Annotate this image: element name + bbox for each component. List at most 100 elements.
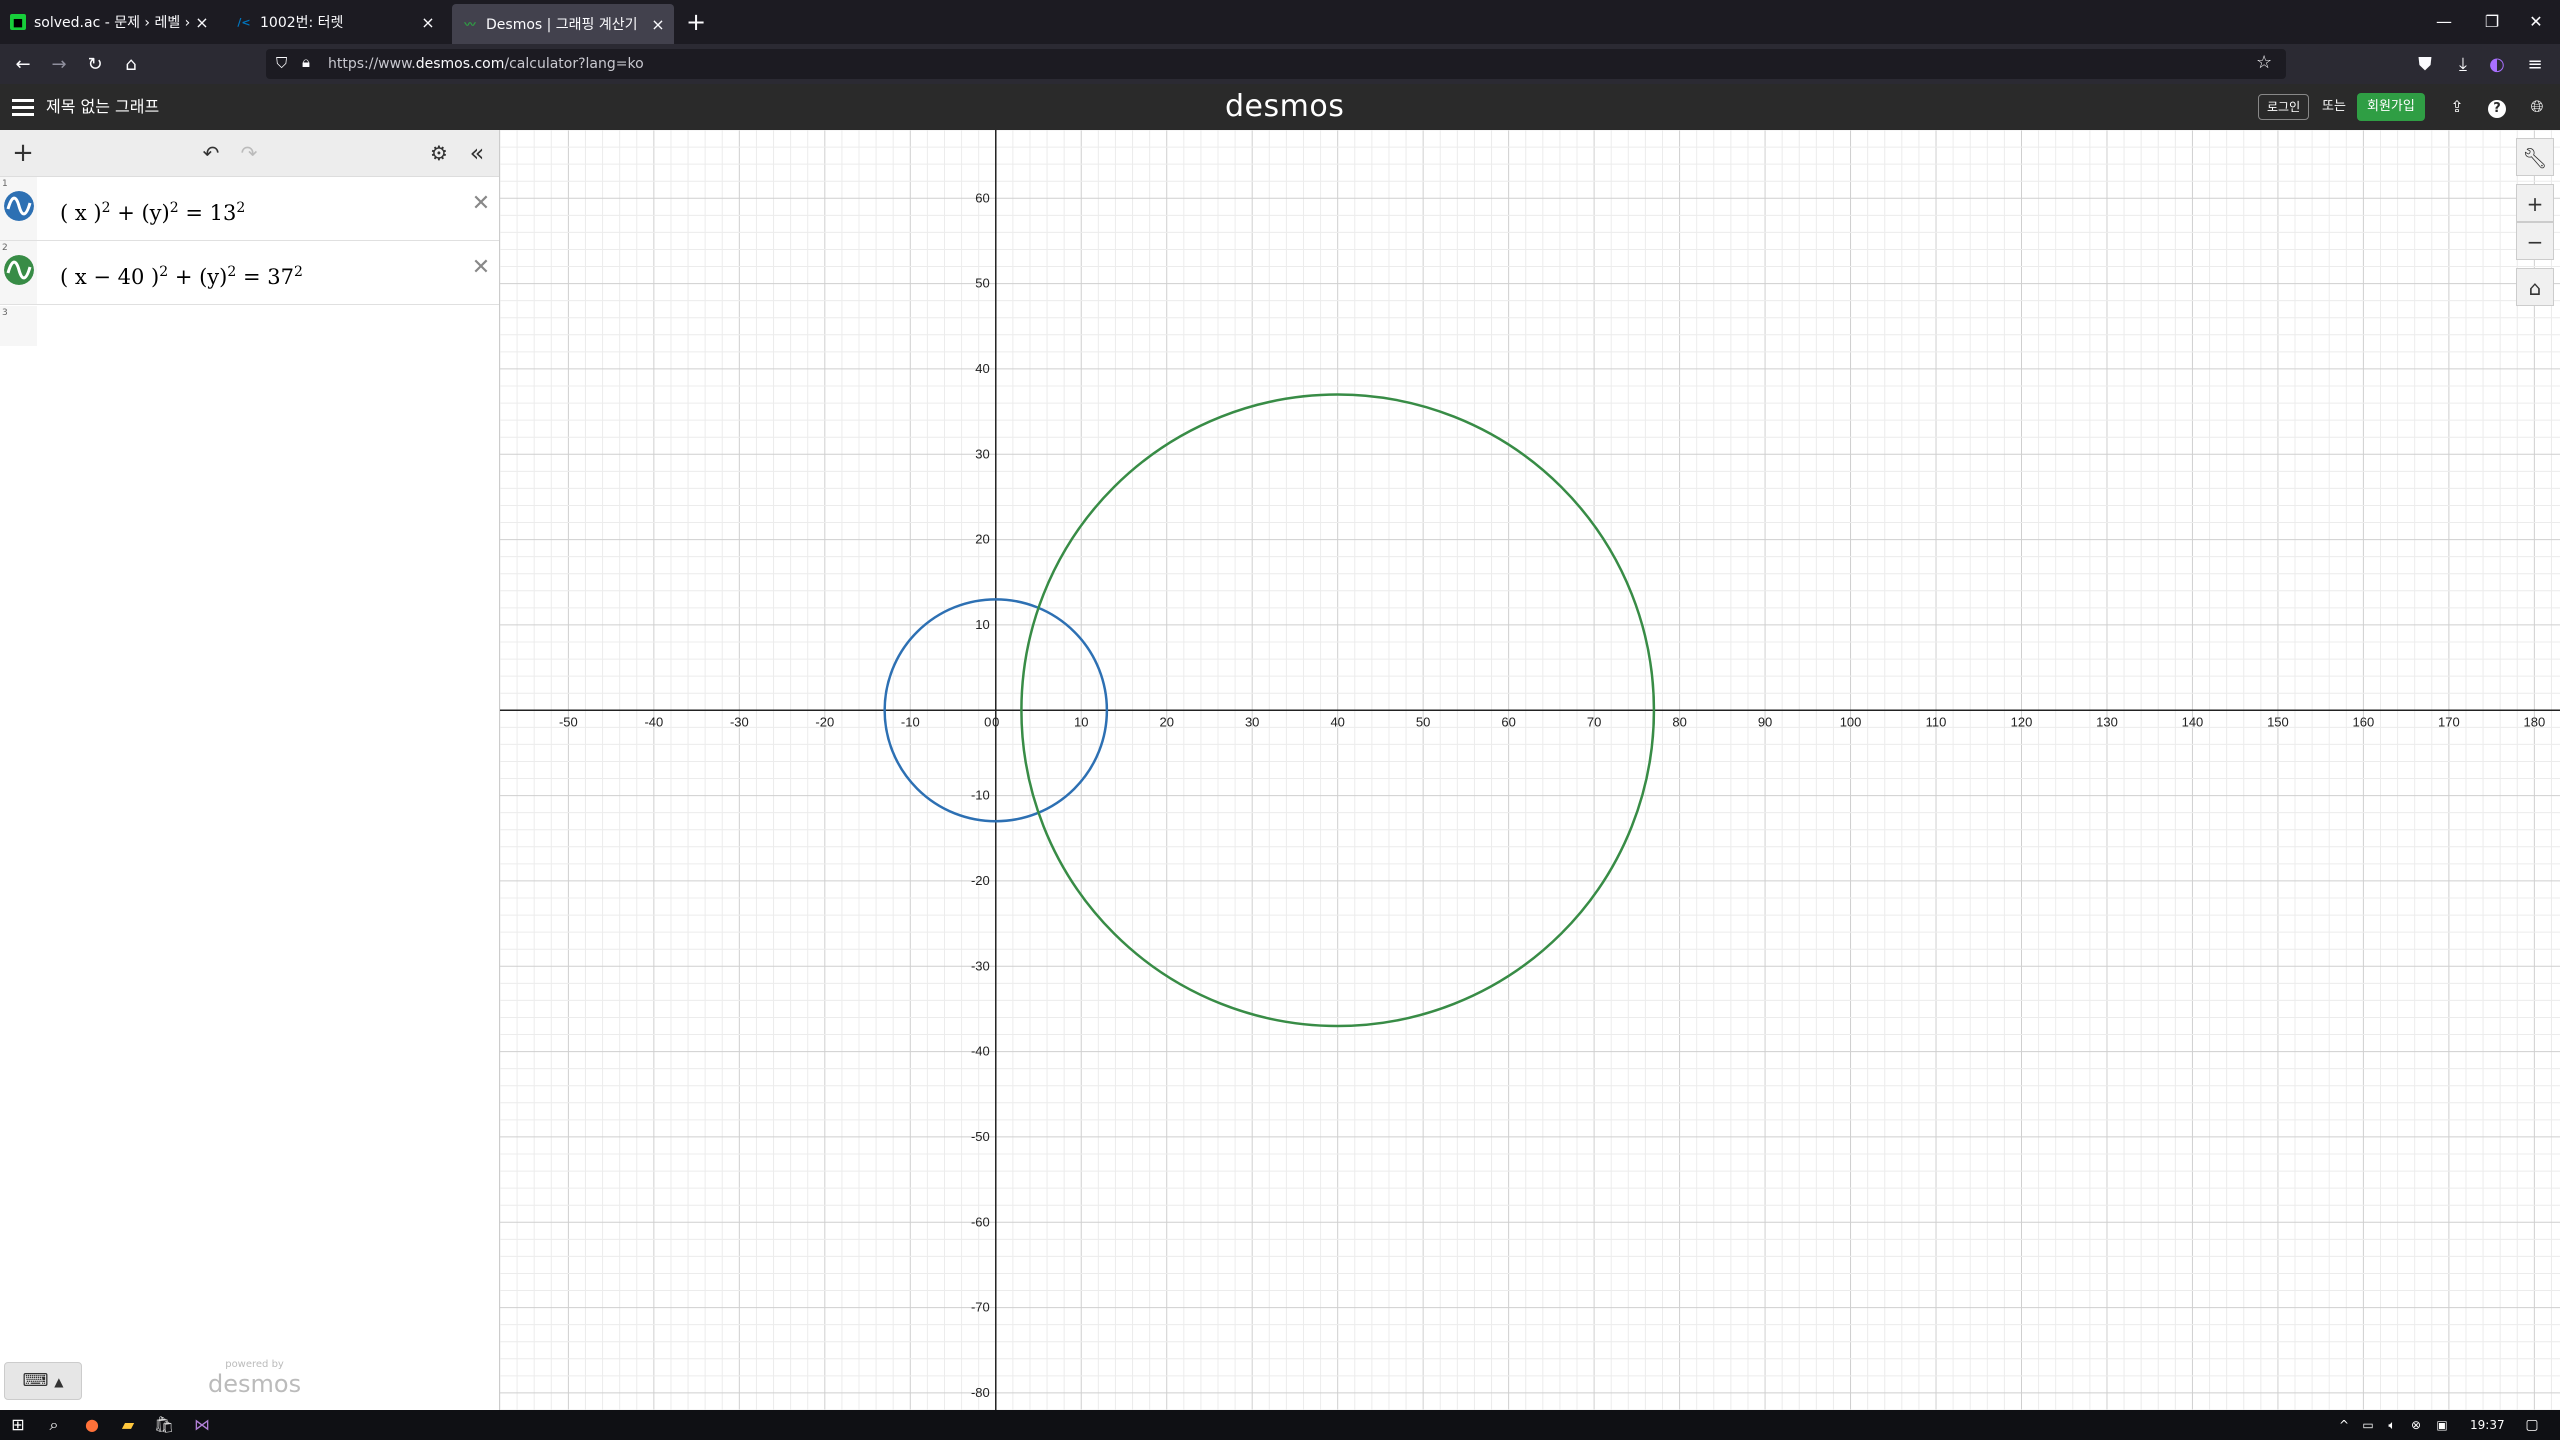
url-path: /calculator?lang=ko	[504, 56, 644, 72]
keypad-toggle-button[interactable]: ⌨ ▲	[4, 1362, 82, 1400]
curve-visibility-icon[interactable]	[4, 255, 34, 285]
y-tick-label: 60	[975, 190, 989, 205]
browser-nav-bar: ← → ↻ ⌂ ⛉ 🔒︎ https://www.desmos.com/calc…	[0, 44, 2560, 84]
file-explorer-icon[interactable]: ▰	[112, 1413, 144, 1437]
y-tick-label: -10	[971, 788, 990, 803]
collapse-panel-icon[interactable]: «	[464, 140, 490, 166]
browser-tab-strip: ■ solved.ac - 문제 › 레벨 › Bronz × /< 1002번…	[0, 0, 2560, 44]
powered-by-logo: desmos	[208, 1370, 302, 1398]
lock-icon[interactable]: 🔒︎	[302, 53, 310, 71]
login-button[interactable]: 로그인	[2258, 94, 2310, 120]
home-view-icon[interactable]: ⌂	[2516, 268, 2554, 306]
x-tick-label: -20	[815, 714, 834, 729]
tab-title: Desmos | 그래핑 계산기	[486, 17, 638, 33]
tab-baekjoon[interactable]: /< 1002번: 터렛 ×	[226, 0, 444, 44]
graph-title[interactable]: 제목 없는 그래프	[46, 84, 159, 130]
hamburger-menu-icon[interactable]	[12, 95, 34, 119]
help-icon[interactable]: ?	[2486, 96, 2508, 118]
empty-expression-row[interactable]: 3	[0, 306, 37, 346]
bookmark-star-icon[interactable]: ☆	[2256, 52, 2272, 73]
pocket-icon[interactable]: ⛊	[2412, 52, 2438, 78]
close-tab-icon[interactable]: ×	[416, 13, 440, 32]
desmos-icon: 〰	[464, 18, 476, 31]
powered-by-desmos[interactable]: powered by desmos	[208, 1359, 302, 1399]
expression-tab[interactable]: 2	[0, 241, 37, 304]
add-expression-icon[interactable]: +	[10, 140, 36, 166]
x-tick-label: 0	[992, 714, 999, 729]
tab-solvedac[interactable]: ■ solved.ac - 문제 › 레벨 › Bronz ×	[0, 0, 218, 44]
minimize-icon[interactable]: —	[2430, 8, 2458, 36]
y-tick-label: -20	[971, 873, 990, 888]
search-icon[interactable]: ⌕	[38, 1413, 70, 1437]
wrench-icon[interactable]: 🔧︎	[2516, 138, 2554, 176]
curve-visibility-icon[interactable]	[4, 191, 34, 221]
expr-part: + (y)	[110, 201, 170, 225]
back-icon[interactable]: ←	[10, 52, 36, 78]
settings-gear-icon[interactable]: ⚙	[426, 140, 452, 166]
expression-latex[interactable]: ( x )2 + (y)2 = 132	[60, 177, 245, 245]
x-tick-label: -10	[901, 714, 920, 729]
expression-row[interactable]: 1 ( x )2 + (y)2 = 132 ✕	[0, 177, 499, 241]
download-icon[interactable]: ⤓	[2450, 52, 2476, 78]
x-tick-label: 130	[2096, 714, 2118, 729]
x-tick-label: 20	[1159, 714, 1173, 729]
x-tick-label: 140	[2182, 714, 2204, 729]
y-tick-label: 40	[975, 361, 989, 376]
restore-icon[interactable]: ❐	[2478, 8, 2506, 36]
tab-desmos[interactable]: 〰 Desmos | 그래핑 계산기 ×	[452, 4, 674, 44]
x-tick-label: 90	[1758, 714, 1772, 729]
clock[interactable]: 19:37	[2470, 1410, 2505, 1440]
visual-studio-icon[interactable]: ⋈	[186, 1413, 218, 1437]
close-tab-icon[interactable]: ×	[646, 15, 670, 34]
solvedac-icon: ■	[10, 14, 26, 30]
tab-title: 1002번: 터렛	[260, 15, 344, 31]
x-tick-label: 60	[1501, 714, 1515, 729]
y-tick-label: -40	[971, 1044, 990, 1059]
y-tick-label: -50	[971, 1129, 990, 1144]
delete-expression-icon[interactable]: ✕	[470, 257, 492, 279]
share-icon[interactable]: ⇪	[2446, 96, 2468, 118]
language-globe-icon[interactable]: 🌐︎	[2526, 96, 2548, 118]
y-tick-label: 20	[975, 532, 989, 547]
expression-number: 2	[2, 243, 8, 253]
app-menu-icon[interactable]: ≡	[2522, 52, 2548, 78]
reload-icon[interactable]: ↻	[82, 52, 108, 78]
x-tick-label: 180	[2524, 714, 2546, 729]
expression-latex[interactable]: ( x − 40 )2 + (y)2 = 372	[60, 241, 303, 309]
x-tick-label: 160	[2353, 714, 2375, 729]
graph-paper[interactable]: -50 -40 -30 -20 -10 0 10 20 30 40 50 60 70 80 90 100 110…	[500, 130, 2560, 1410]
zoom-in-button[interactable]: +	[2516, 184, 2554, 222]
powered-by-label: powered by	[225, 1359, 284, 1370]
shield-icon[interactable]: ⛉	[276, 54, 287, 72]
ime-icon[interactable]: ▣	[2426, 1413, 2458, 1437]
close-window-icon[interactable]: ✕	[2522, 8, 2550, 36]
signup-button[interactable]: 회원가입	[2357, 93, 2425, 121]
x-tick-label: 50	[1416, 714, 1430, 729]
expression-row[interactable]: 2 ( x − 40 )2 + (y)2 = 372 ✕	[0, 241, 499, 305]
y-tick-label: -70	[971, 1300, 990, 1315]
address-bar[interactable]: ⛉ 🔒︎ https://www.desmos.com/calculator?l…	[266, 49, 2286, 79]
zoom-out-button[interactable]: −	[2516, 222, 2554, 260]
delete-expression-icon[interactable]: ✕	[470, 193, 492, 215]
redo-icon[interactable]: ↷	[236, 140, 262, 166]
store-icon[interactable]: 🛍︎	[148, 1413, 180, 1437]
expression-tab[interactable]: 1	[0, 177, 37, 240]
expr-part: ( x )	[60, 201, 102, 225]
windows-start-icon[interactable]: ⊞	[2, 1413, 34, 1437]
new-tab-button[interactable]: +	[682, 8, 710, 36]
close-tab-icon[interactable]: ×	[190, 13, 214, 32]
forward-icon[interactable]: →	[46, 52, 72, 78]
home-icon[interactable]: ⌂	[118, 52, 144, 78]
x-tick-label: 80	[1672, 714, 1686, 729]
graph-canvas[interactable]: -50 -40 -30 -20 -10 0 10 20 30 40 50 60 70 80 90 100 110…	[500, 130, 2560, 1410]
caret-up-icon: ▲	[54, 1375, 64, 1389]
x-tick-label: 150	[2267, 714, 2289, 729]
notifications-icon[interactable]: ▢	[2516, 1413, 2548, 1437]
x-tick-label: 40	[1330, 714, 1344, 729]
undo-icon[interactable]: ↶	[198, 140, 224, 166]
or-label: 또는	[2322, 99, 2346, 114]
expr-exponent: 2	[159, 264, 169, 280]
expr-part: + (y)	[168, 265, 228, 289]
firefox-icon[interactable]: ●	[76, 1413, 108, 1437]
extension-icon[interactable]: ◐	[2484, 52, 2510, 78]
